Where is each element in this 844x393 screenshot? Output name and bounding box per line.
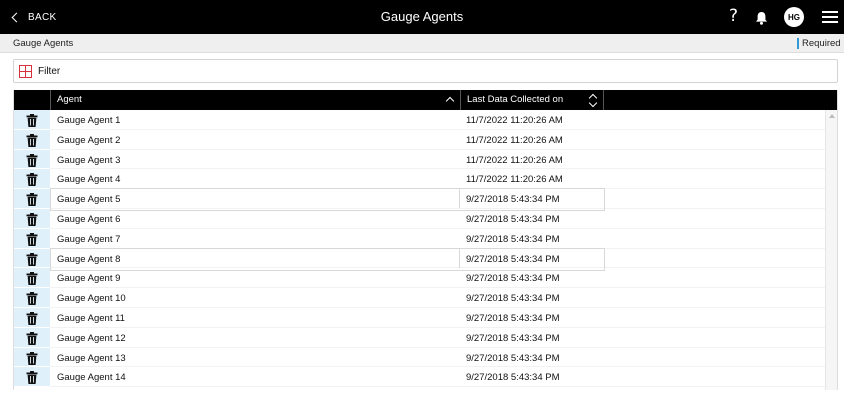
delete-row-button[interactable] [14,288,50,308]
table-row[interactable]: Gauge Agent 4 11/7/2022 11:20:26 AM [14,169,825,190]
last-collected-cell: 9/27/2018 5:43:34 PM [466,332,560,344]
table-row[interactable]: Gauge Agent 8 9/27/2018 5:43:34 PM [14,247,825,271]
last-collected-cell: 9/27/2018 5:43:34 PM [466,253,560,265]
table-row[interactable]: Gauge Agent 5 9/27/2018 5:43:34 PM [14,188,825,211]
delete-row-button[interactable] [14,307,50,328]
delete-row-button[interactable] [14,347,50,368]
table-row[interactable]: Gauge Agent 11 9/27/2018 5:43:34 PM [14,307,825,328]
last-collected-cell: 9/27/2018 5:43:34 PM [466,194,560,206]
last-collected-cell: 9/27/2018 5:43:34 PM [466,352,560,364]
agent-name-cell: Gauge Agent 12 [57,332,126,344]
breadcrumb-bar: Gauge Agents Required [0,34,844,53]
trash-icon [26,212,38,226]
sort-toggle-icon [589,92,597,108]
agent-name-cell: Gauge Agent 4 [57,174,121,186]
trash-icon [26,272,38,286]
last-collected-cell: 11/7/2022 11:20:26 AM [466,134,563,146]
delete-row-button[interactable] [14,129,50,150]
table-row[interactable]: Gauge Agent 3 11/7/2022 11:20:26 AM [14,149,825,170]
table-row[interactable]: Gauge Agent 6 9/27/2018 5:43:34 PM [14,208,825,229]
delete-row-button[interactable] [14,228,50,249]
delete-row-button[interactable] [14,149,50,170]
required-indicator [797,38,799,49]
filter-plus-icon [19,65,32,78]
page-title: Gauge Agents [380,9,464,24]
delete-row-button[interactable] [14,189,50,209]
table-row[interactable]: Gauge Agent 2 11/7/2022 11:20:26 AM [14,129,825,150]
agent-name-cell: Gauge Agent 6 [57,213,121,225]
last-collected-cell: 9/27/2018 5:43:34 PM [466,372,560,384]
agent-name-cell: Gauge Agent 1 [57,115,121,126]
sort-ascending-icon [445,96,455,106]
last-collected-cell: 11/7/2022 11:20:26 AM [466,174,563,186]
agent-name-cell: Gauge Agent 5 [57,194,121,206]
delete-row-button[interactable] [14,169,50,190]
last-collected-cell: 9/27/2018 5:43:34 PM [466,213,560,225]
grid-body: Gauge Agent 1 11/7/2022 11:20:26 AM Gauge … [14,110,825,388]
trash-icon [26,371,38,385]
agent-name-cell: Gauge Agent 3 [57,154,121,166]
column-header-agent[interactable]: Agent [50,90,460,110]
vertical-scrollbar[interactable] [825,110,837,390]
breadcrumb: Gauge Agents [13,38,74,49]
trash-icon [26,232,38,246]
cell-divider [459,248,460,268]
table-row[interactable]: Gauge Agent 13 9/27/2018 5:43:34 PM [14,347,825,368]
agent-name-cell: Gauge Agent 11 [57,312,125,324]
column-header-last-collected[interactable]: Last Data Collected on [460,90,604,110]
agents-grid: Agent Last Data Collected on Gauge Agent… [13,90,838,390]
table-row[interactable]: Gauge Agent 1 11/7/2022 11:20:26 AM [14,110,825,130]
trash-icon [26,193,38,207]
top-app-bar: BACK Gauge Agents ? HG [0,0,844,34]
agent-name-cell: Gauge Agent 14 [57,372,126,384]
delete-row-button[interactable] [14,110,50,130]
agent-name-cell: Gauge Agent 9 [57,273,121,285]
last-collected-cell: 9/27/2018 5:43:34 PM [466,233,560,245]
last-collected-cell: 9/27/2018 5:43:34 PM [466,273,560,285]
delete-row-button[interactable] [14,208,50,229]
filter-label: Filter [38,66,61,77]
hamburger-menu-icon[interactable] [822,11,838,23]
trash-icon [26,173,38,187]
delete-row-button[interactable] [14,367,50,388]
trash-icon [26,331,38,345]
last-collected-cell: 11/7/2022 11:20:26 AM [466,154,563,166]
trash-icon [26,153,38,167]
trash-icon [26,292,38,306]
table-row[interactable]: Gauge Agent 7 9/27/2018 5:43:34 PM [14,228,825,249]
agent-name-cell: Gauge Agent 8 [57,253,121,265]
last-collected-cell: 11/7/2022 11:20:26 AM [466,115,563,126]
help-icon[interactable]: ? [729,6,738,26]
agent-name-cell: Gauge Agent 13 [57,352,126,364]
scroll-up-icon[interactable] [829,114,835,118]
trash-icon [26,114,38,127]
required-label: Required [802,38,841,49]
filter-toggle[interactable]: Filter [13,59,838,83]
trash-icon [26,311,38,325]
table-row[interactable]: Gauge Agent 14 9/27/2018 5:43:34 PM [14,367,825,388]
agent-name-cell: Gauge Agent 10 [57,293,126,305]
last-collected-cell: 9/27/2018 5:43:34 PM [466,293,560,305]
trash-icon [26,351,38,365]
table-row[interactable]: Gauge Agent 10 9/27/2018 5:43:34 PM [14,288,825,308]
table-row[interactable]: Gauge Agent 12 9/27/2018 5:43:34 PM [14,327,825,348]
bell-icon[interactable] [755,11,768,25]
column-header-last-collected-label: Last Data Collected on [467,94,564,105]
trash-icon [26,133,38,147]
user-avatar[interactable]: HG [784,7,804,27]
delete-row-button[interactable] [14,248,50,269]
agent-name-cell: Gauge Agent 2 [57,134,121,146]
table-row[interactable]: Gauge Agent 9 9/27/2018 5:43:34 PM [14,268,825,289]
delete-row-button[interactable] [14,327,50,348]
delete-row-button[interactable] [14,268,50,289]
last-collected-cell: 9/27/2018 5:43:34 PM [466,312,560,324]
trash-icon [26,252,38,266]
grid-header: Agent Last Data Collected on [14,90,837,110]
column-header-agent-label: Agent [57,94,82,105]
agent-name-cell: Gauge Agent 7 [57,233,121,245]
cell-divider [459,189,460,209]
